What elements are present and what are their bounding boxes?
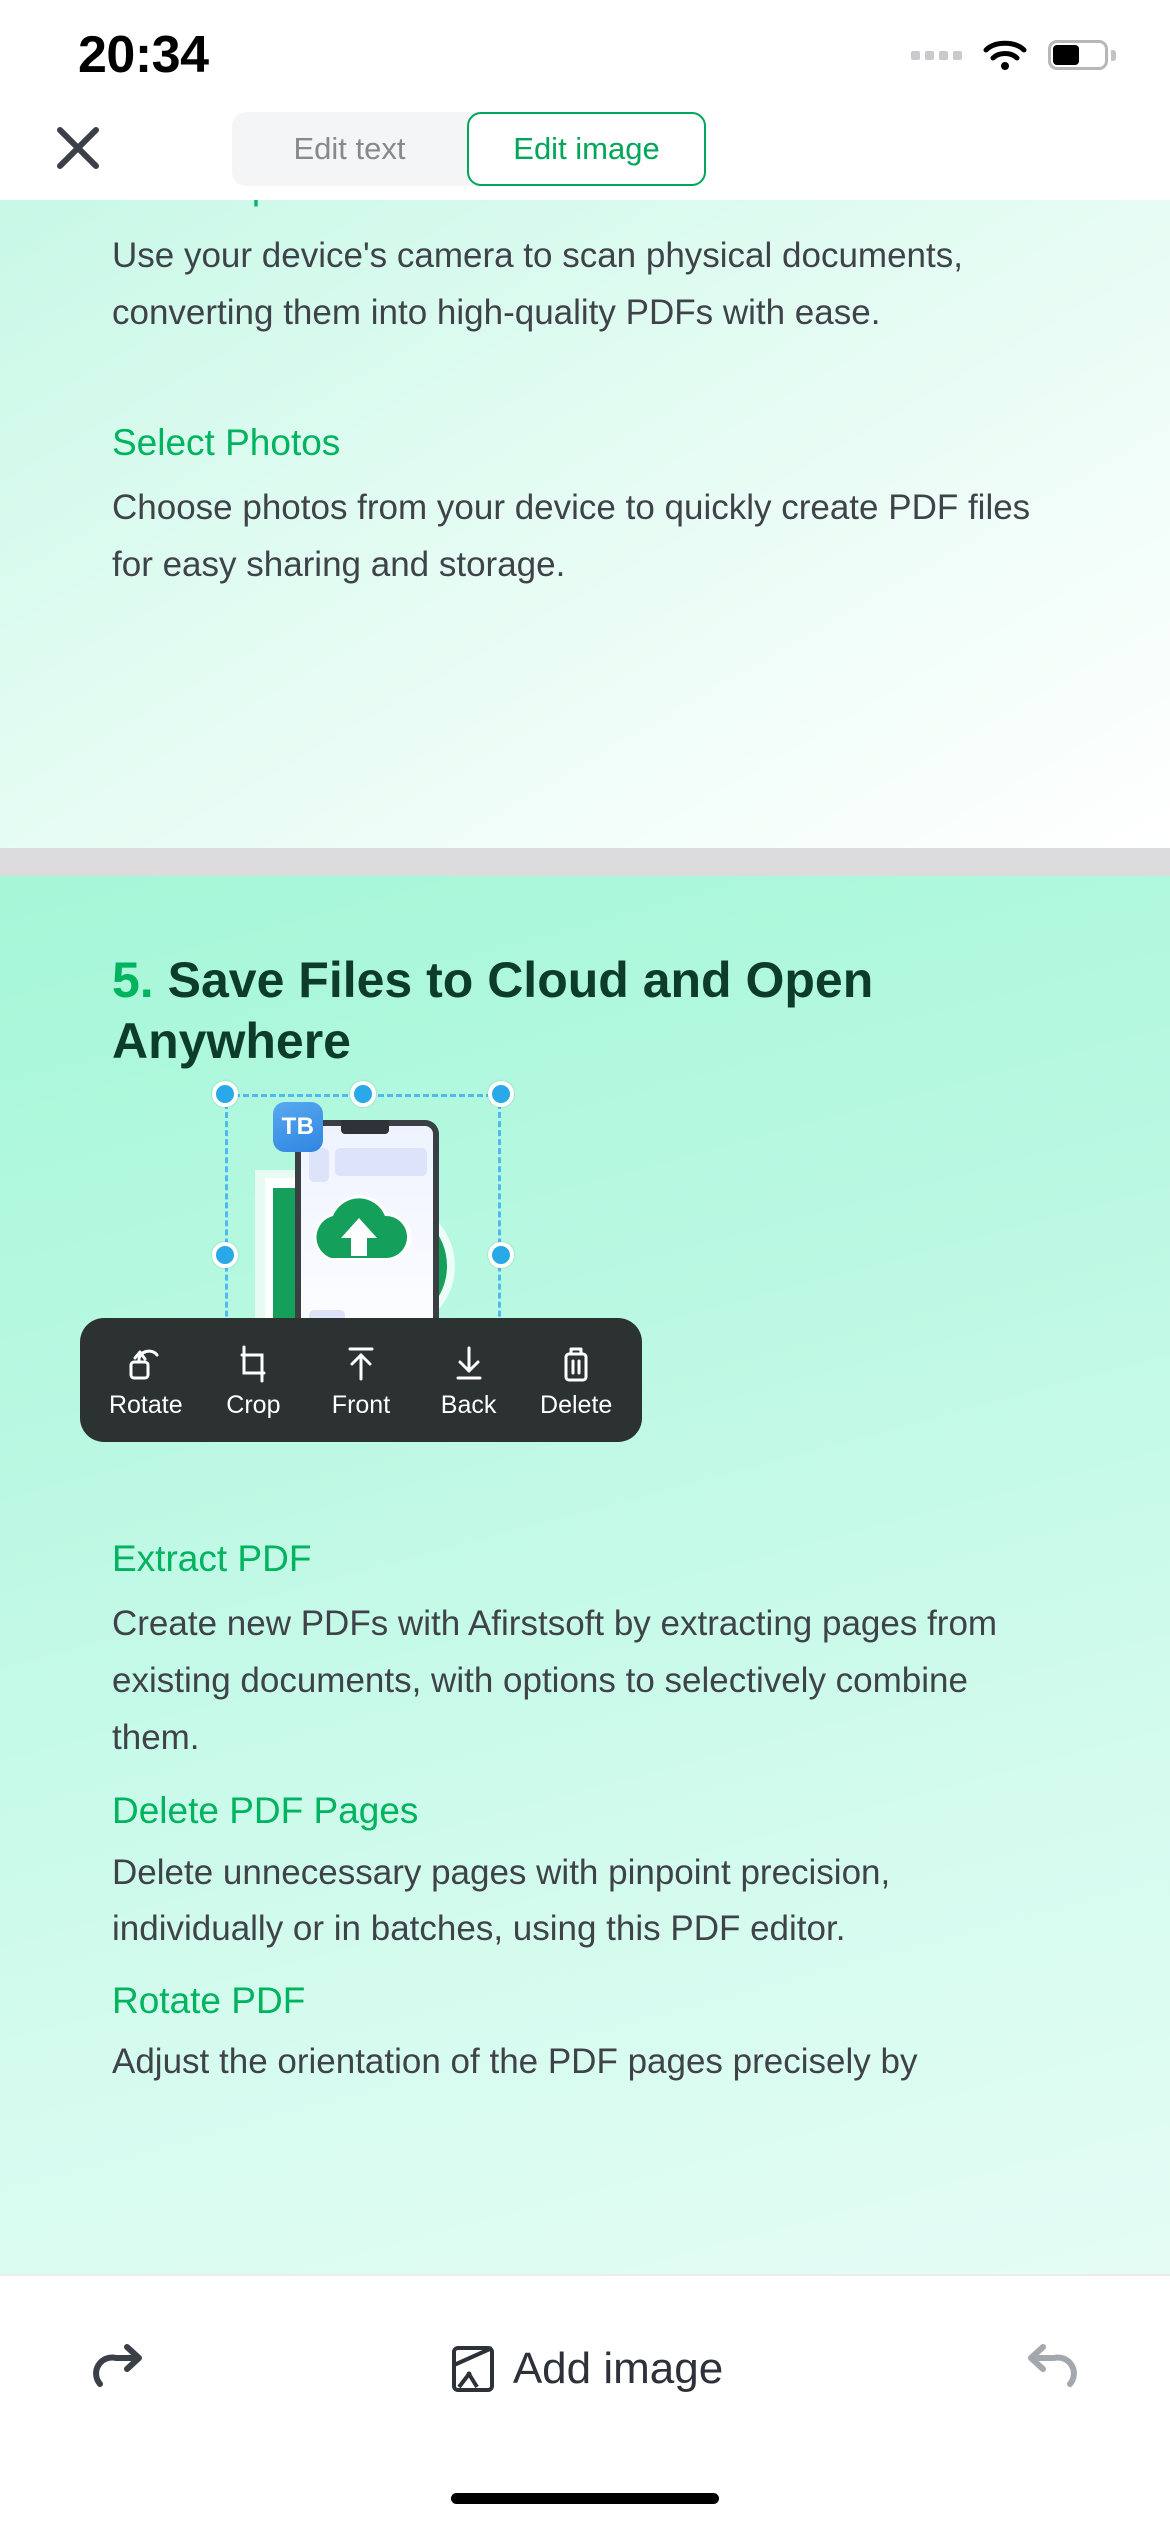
redo-button[interactable] bbox=[74, 2324, 164, 2414]
wifi-icon bbox=[983, 40, 1027, 70]
rotate-icon bbox=[126, 1343, 166, 1385]
status-bar-indicators bbox=[911, 38, 1116, 72]
heading-scan-paper-files: Scan Paper Files bbox=[112, 200, 1058, 210]
undo-icon bbox=[1027, 2344, 1077, 2387]
back-label: Back bbox=[440, 1390, 497, 1419]
bring-to-front-button[interactable]: Front bbox=[309, 1343, 413, 1418]
page-2-text-block: Extract PDF Create new PDFs with Afirsts… bbox=[112, 1536, 1062, 2091]
delete-label: Delete bbox=[540, 1390, 613, 1419]
close-button[interactable] bbox=[26, 96, 130, 200]
bottom-toolbar: Add image bbox=[0, 2274, 1170, 2532]
heading-number: 5. bbox=[112, 952, 154, 1008]
resize-handle-middle-right[interactable] bbox=[488, 1242, 514, 1268]
bottom-toolbar-row: Add image bbox=[0, 2276, 1170, 2462]
crop-label: Crop bbox=[226, 1390, 281, 1419]
heading-extract-pdf: Extract PDF bbox=[112, 1538, 312, 1579]
page-separator bbox=[0, 848, 1170, 876]
heading-delete-pdf-pages: Delete PDF Pages bbox=[112, 1790, 419, 1832]
image-tag-badge[interactable]: TB bbox=[273, 1102, 323, 1152]
document-page-1: Scan Paper Files Use your device's camer… bbox=[0, 200, 1170, 848]
app-screen: 20:34 Edit text Edit image Use your devi… bbox=[0, 0, 1170, 2532]
add-image-button[interactable]: Add image bbox=[447, 2343, 723, 2395]
signal-dots-icon bbox=[911, 50, 962, 60]
add-image-icon bbox=[451, 2346, 494, 2392]
resize-handle-top-right[interactable] bbox=[488, 1081, 514, 1107]
trash-icon bbox=[556, 1343, 596, 1385]
heading-text: Save Files to Cloud and Open Anywhere bbox=[112, 952, 874, 1069]
edit-mode-segmented-control: Edit text Edit image bbox=[232, 112, 706, 186]
status-bar-time: 20:34 bbox=[78, 26, 209, 84]
crop-button[interactable]: Crop bbox=[201, 1343, 305, 1418]
resize-handle-middle-left[interactable] bbox=[212, 1242, 238, 1268]
send-to-back-icon bbox=[449, 1343, 489, 1385]
bring-to-front-icon bbox=[341, 1343, 381, 1385]
delete-button[interactable]: Delete bbox=[524, 1343, 628, 1418]
document-scroll-area[interactable]: Scan Paper Files Use your device's camer… bbox=[0, 200, 1170, 2274]
top-navigation-bar: Edit text Edit image bbox=[0, 96, 1170, 200]
paragraph-select-photos: Choose photos from your device to quickl… bbox=[112, 487, 1031, 584]
rotate-label: Rotate bbox=[108, 1390, 183, 1419]
send-to-back-button[interactable]: Back bbox=[417, 1343, 521, 1418]
add-image-label: Add image bbox=[512, 2344, 724, 2393]
front-label: Front bbox=[331, 1390, 391, 1419]
undo-button[interactable] bbox=[1006, 2324, 1096, 2414]
crop-icon bbox=[233, 1343, 273, 1385]
status-bar: 20:34 bbox=[0, 0, 1170, 96]
resize-handle-top-center[interactable] bbox=[350, 1081, 376, 1107]
home-indicator bbox=[451, 2493, 719, 2504]
close-icon bbox=[57, 127, 99, 169]
tab-edit-text[interactable]: Edit text bbox=[232, 112, 467, 186]
paragraph-scan-paper-files: Use your device's camera to scan physica… bbox=[112, 236, 963, 332]
paragraph-rotate-pdf: Adjust the orientation of the PDF pages … bbox=[112, 2042, 918, 2082]
heading-save-files-to-cloud: 5. Save Files to Cloud and Open Anywhere bbox=[112, 950, 1062, 1072]
resize-handle-top-left[interactable] bbox=[212, 1081, 238, 1107]
paragraph-extract-pdf: Create new PDFs with Afirstsoft by extra… bbox=[112, 1604, 998, 1757]
redo-icon bbox=[93, 2344, 142, 2387]
heading-select-photos: Select Photos bbox=[112, 421, 341, 463]
tab-edit-image[interactable]: Edit image bbox=[467, 112, 706, 186]
image-context-toolbar: Rotate Crop Front Back Delete bbox=[80, 1318, 642, 1442]
heading-rotate-pdf: Rotate PDF bbox=[112, 1979, 306, 2021]
battery-icon bbox=[1048, 40, 1116, 70]
rotate-button[interactable]: Rotate bbox=[94, 1343, 198, 1418]
document-page-2: 5. Save Files to Cloud and Open Anywhere bbox=[0, 876, 1170, 2274]
paragraph-delete-pdf-pages: Delete unnecessary pages with pinpoint p… bbox=[112, 1852, 891, 1949]
